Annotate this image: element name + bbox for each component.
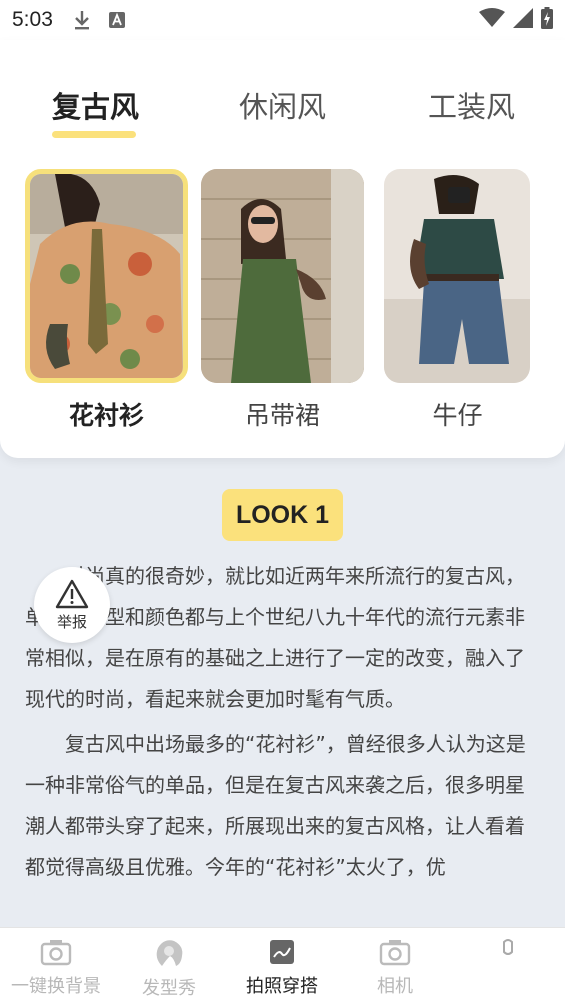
nav-label: 发型秀: [142, 978, 196, 999]
style-card-denim[interactable]: [384, 169, 530, 383]
font-icon: [108, 12, 125, 28]
wifi-icon: [479, 8, 505, 32]
nav-label: 相机: [377, 976, 413, 997]
style-label-slip-dress: 吊带裙: [244, 401, 320, 430]
active-tab-indicator: [52, 131, 136, 138]
tab-retro[interactable]: 复古风: [52, 84, 139, 126]
floral-shirt-photo: [30, 174, 183, 378]
status-bar: 5:03: [0, 0, 565, 40]
style-label-denim: 牛仔: [432, 401, 483, 430]
tab-workwear[interactable]: 工装风: [428, 84, 515, 126]
tab-casual[interactable]: 休闲风: [239, 84, 326, 126]
bottom-nav: 一键换背景 发型秀 拍照穿搭 相机: [0, 927, 565, 1004]
report-label: 举报: [56, 612, 87, 631]
style-label-floral-shirt: 花衬衫: [68, 401, 144, 430]
nav-item-photo-outfit[interactable]: 拍照穿搭: [217, 938, 347, 998]
nav-label: 拍照穿搭: [246, 976, 318, 997]
style-selector-card: 复古风 休闲风 工装风 花衬衫 吊带裙 牛仔: [0, 40, 565, 458]
download-icon: [73, 9, 91, 31]
look-badge: LOOK 1: [222, 489, 343, 541]
nav-item-camera[interactable]: 相机: [330, 938, 460, 998]
camera-icon: [40, 940, 72, 966]
warning-icon: [55, 579, 89, 608]
nav-item-hairstyle[interactable]: 发型秀: [104, 938, 234, 1000]
nav-label: 一键换背景: [11, 976, 101, 997]
status-time: 5:03: [12, 8, 53, 31]
hair-icon: [156, 940, 183, 966]
camera-icon: [379, 940, 411, 966]
signal-icon: [513, 8, 533, 32]
photo-outfit-icon: [270, 940, 294, 964]
style-card-floral-shirt[interactable]: [25, 169, 188, 383]
style-card-slip-dress[interactable]: [201, 169, 364, 383]
profile-icon: [503, 939, 513, 955]
slip-dress-photo: [201, 169, 364, 383]
nav-item-change-background[interactable]: 一键换背景: [0, 938, 121, 998]
denim-photo: [384, 169, 530, 383]
nav-item-profile[interactable]: [443, 938, 565, 966]
report-button[interactable]: 举报: [34, 567, 110, 643]
article-paragraph: 复古风中出场最多的“花衬衫”，曾经很多人认为这是一种非常俗气的单品，但是在复古风…: [25, 732, 526, 879]
battery-icon: [541, 7, 553, 33]
